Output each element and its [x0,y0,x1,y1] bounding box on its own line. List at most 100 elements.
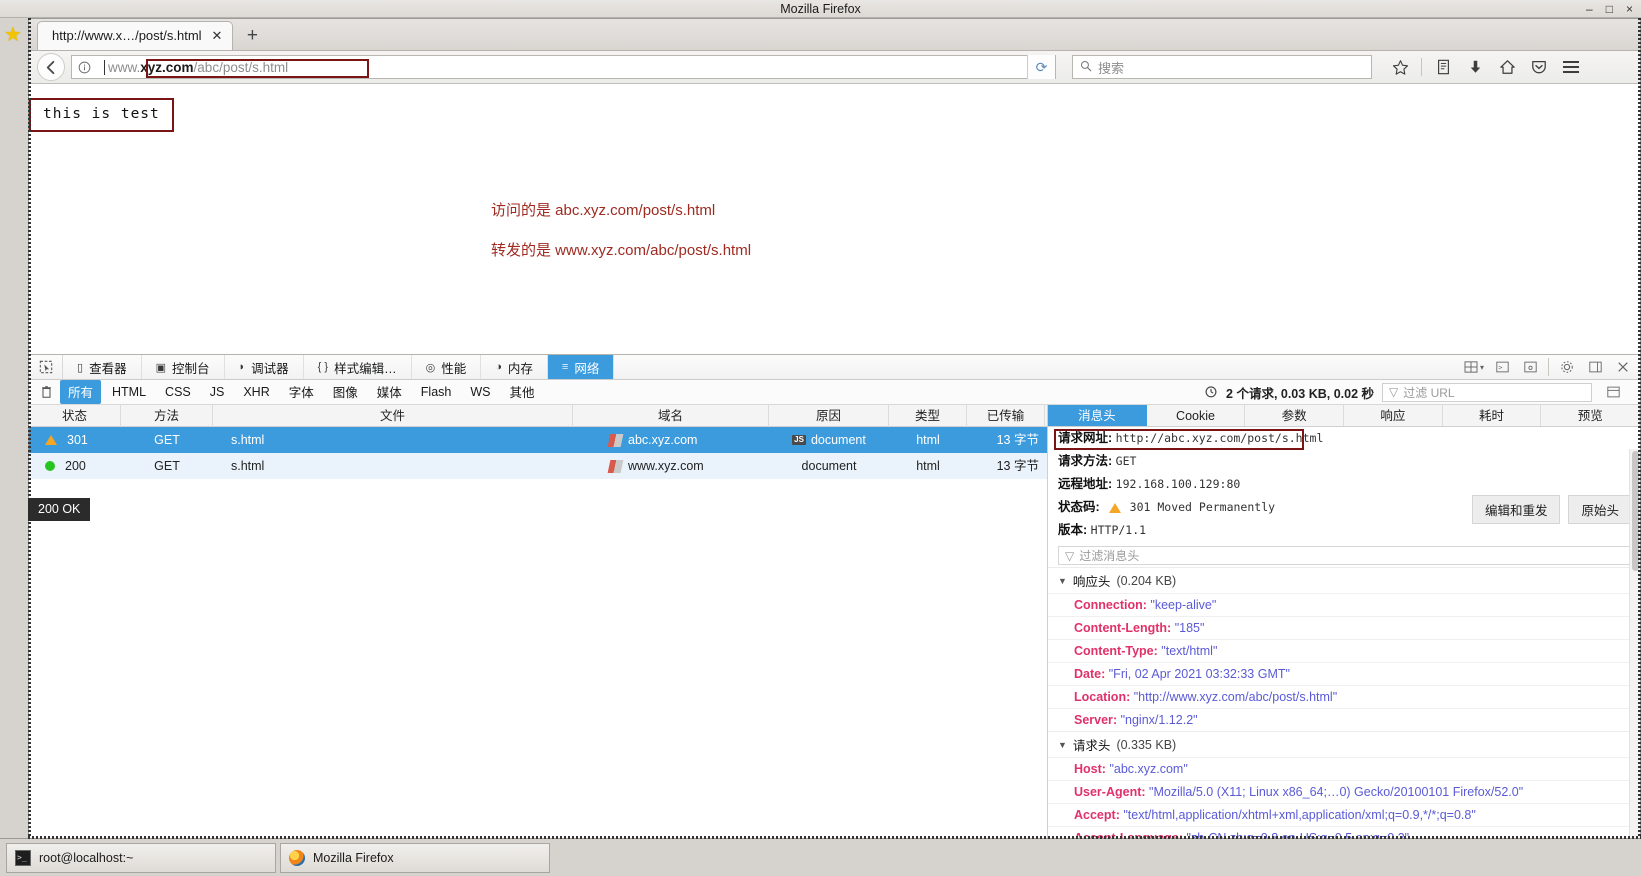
home-icon[interactable] [1493,54,1521,80]
download-icon[interactable] [1461,54,1489,80]
header-value: "abc.xyz.com" [1109,762,1188,777]
pocket-icon[interactable] [1525,54,1553,80]
navigation-toolbar: www. xyz.com/abc/post/s.html ⟳ 搜索 [29,50,1640,85]
network-filter-flash[interactable]: Flash [413,383,460,402]
trash-icon[interactable] [35,385,57,399]
window-body: ★ http://www.x…/post/s.html ✕ + www. xyz.… [0,18,1641,876]
persist-logs-icon[interactable] [1600,386,1626,398]
network-filter-images[interactable]: 图像 [325,380,366,404]
dock-side-icon[interactable] [1582,355,1608,379]
warning-triangle-icon [45,435,57,446]
devtools-tab-debugger[interactable]: ◗ 调试器 [225,355,304,380]
header-row: User-Agent: "Mozilla/5.0 (X11; Linux x86… [1048,780,1640,803]
network-url-filter-input[interactable]: ▽ 过滤 URL [1382,382,1592,402]
column-header-type[interactable]: 类型 [889,404,967,427]
network-filter-all[interactable]: 所有 [60,380,102,405]
taskbar-item-terminal-label: root@localhost:~ [39,850,134,865]
detail-status-code-label: 状态码 [1058,500,1096,515]
menu-icon[interactable] [1557,54,1585,80]
network-filter-js[interactable]: JS [202,383,233,402]
close-devtools-icon[interactable] [1610,355,1636,379]
network-filter-media[interactable]: 媒体 [369,380,410,404]
network-toolbar: 所有 HTML CSS JS XHR 字体 图像 媒体 Flash WS 其他 … [29,380,1640,406]
details-tab-preview[interactable]: 预览 [1541,405,1640,427]
close-icon[interactable]: ✕ [212,28,223,44]
raw-headers-button[interactable]: 原始头 [1568,495,1632,525]
library-icon[interactable] [1429,54,1457,80]
devtools-tab-memory[interactable]: ◑ 内存 [481,355,548,380]
column-header-cause[interactable]: 原因 [769,404,889,427]
network-request-list: 状态 方法 文件 域名 原因 类型 已传输 301 GET s.html abc… [29,404,1047,838]
network-summary-text: 2 个请求, 0.03 KB, 0.02 秒 [1226,386,1374,401]
network-table-header: 状态 方法 文件 域名 原因 类型 已传输 [29,404,1047,428]
network-filter-xhr[interactable]: XHR [235,383,277,402]
devtools-tab-network[interactable]: ≡ 网络 [547,355,615,380]
reload-icon[interactable]: ⟳ [1027,55,1055,80]
devtools-tab-console[interactable]: ▣ 控制台 [142,355,225,380]
row-transferred: 13 字节 [996,459,1039,474]
detail-remote-address-value: 192.168.100.129:80 [1115,477,1241,492]
detail-version-label: 版本 [1058,523,1084,538]
column-header-domain[interactable]: 域名 [573,404,769,427]
response-headers-label: 响应头 [1072,575,1111,590]
column-header-method[interactable]: 方法 [121,404,213,427]
dock-layout-icon[interactable]: ▾ [1461,355,1487,379]
edit-and-resend-button[interactable]: 编辑和重发 [1471,495,1561,525]
green-dot-icon [45,461,55,472]
search-input[interactable]: 搜索 [1098,58,1124,77]
responsive-design-icon[interactable] [1517,355,1543,379]
details-tab-params[interactable]: 参数 [1245,405,1345,427]
header-row: Location: "http://www.xyz.com/abc/post/s… [1048,685,1640,708]
detail-status-code-value: 301 Moved Permanently [1129,500,1276,515]
row-cause: JS document [769,427,889,453]
header-name: Content-Type [1074,644,1154,659]
taskbar-item-firefox[interactable]: Mozilla Firefox [280,842,550,873]
console-icon: ▣ [155,361,166,374]
table-row[interactable]: 301 GET s.html abc.xyz.com JS document h… [29,427,1047,454]
browser-tab[interactable]: http://www.x…/post/s.html ✕ [37,20,234,50]
header-filter-input[interactable]: ▽ 过滤消息头 [1058,546,1632,566]
header-name: Server [1074,713,1113,728]
details-tab-cookies[interactable]: Cookie [1147,405,1246,427]
window-titlebar: Mozilla Firefox – □ × [0,0,1641,18]
new-tab-button[interactable]: + [237,22,267,50]
details-tab-response[interactable]: 响应 [1344,405,1443,427]
header-name: Host [1074,762,1102,777]
element-picker-icon[interactable] [29,355,63,380]
network-filter-html[interactable]: HTML [104,383,154,402]
network-icon: ≡ [561,361,569,374]
search-bar[interactable]: 搜索 [1072,55,1372,80]
window-title: Mozilla Firefox [780,1,861,16]
split-console-icon[interactable]: > [1489,355,1515,379]
column-header-transferred[interactable]: 已传输 [967,404,1045,427]
network-filter-css[interactable]: CSS [157,383,199,402]
settings-gear-icon[interactable] [1554,355,1580,379]
devtools-tab-style-editor[interactable]: { } 样式编辑… [304,355,412,380]
close-button[interactable]: × [1626,3,1633,15]
column-header-file[interactable]: 文件 [213,404,573,427]
details-tab-timings[interactable]: 耗时 [1443,405,1542,427]
info-icon[interactable] [72,61,96,74]
maximize-button[interactable]: □ [1606,3,1613,15]
bookmark-star-icon[interactable] [1386,54,1414,80]
table-row[interactable]: 200 GET s.html www.xyz.com document html… [29,453,1047,480]
network-filter-ws[interactable]: WS [462,383,498,402]
devtools-toolbar-right: ▾ > [1461,355,1640,379]
url-input[interactable]: www. xyz.com/abc/post/s.html [96,56,1027,78]
network-filter-fonts[interactable]: 字体 [281,380,322,404]
row-type: html [916,433,940,448]
back-icon[interactable] [37,53,65,82]
url-bar[interactable]: www. xyz.com/abc/post/s.html ⟳ [71,55,1056,80]
taskbar-item-terminal[interactable]: root@localhost:~ [6,842,276,873]
devtools-panel: ▯ 查看器 ▣ 控制台 ◗ 调试器 { } 样式编辑… ◎ 性能 ◑ 内存 ≡ … [29,354,1640,838]
header-value: "nginx/1.12.2" [1120,713,1198,728]
header-value: "http://www.xyz.com/abc/post/s.html" [1133,690,1338,705]
request-headers-group[interactable]: ▼ 请求头 (0.335 KB) [1048,731,1640,757]
minimize-button[interactable]: – [1586,3,1593,15]
response-headers-group[interactable]: ▼ 响应头 (0.204 KB) [1048,567,1640,593]
details-tab-headers[interactable]: 消息头 [1048,405,1147,427]
devtools-tab-inspector[interactable]: ▯ 查看器 [63,355,142,380]
column-header-status[interactable]: 状态 [29,404,121,427]
network-filter-other[interactable]: 其他 [502,380,543,404]
devtools-tab-performance[interactable]: ◎ 性能 [412,355,482,380]
